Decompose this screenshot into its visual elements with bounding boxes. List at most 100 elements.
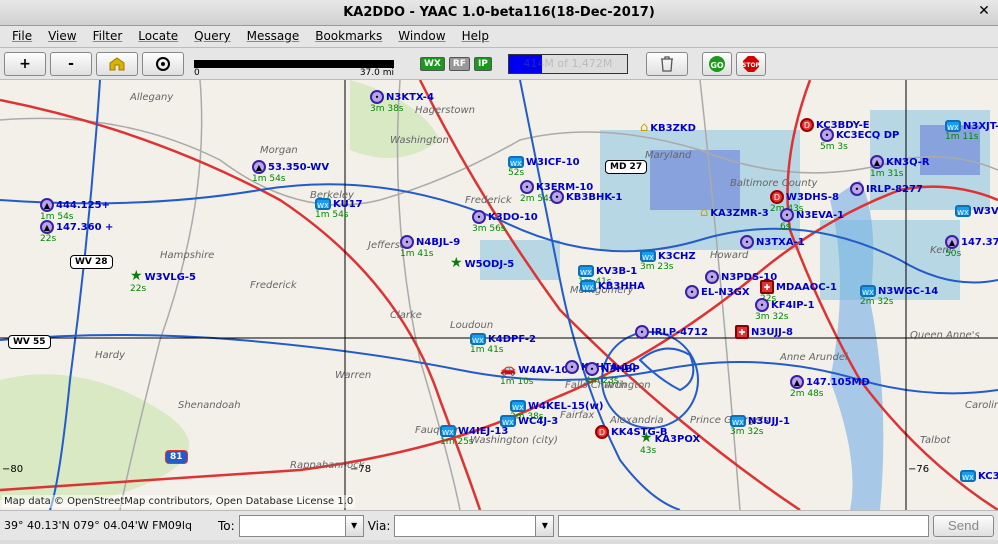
highway-shield: WV 28: [70, 255, 113, 269]
chevron-down-icon[interactable]: ▾: [345, 516, 363, 536]
home-icon: [108, 57, 126, 71]
svg-text:STOP: STOP: [742, 62, 760, 69]
station-marker[interactable]: ▲444.125+1m 54s: [40, 198, 110, 222]
badge-wx[interactable]: WX: [420, 57, 445, 71]
send-button[interactable]: Send: [933, 515, 994, 537]
place-label: Hardy: [95, 350, 125, 361]
to-input[interactable]: [240, 516, 345, 536]
to-label: To:: [218, 519, 235, 533]
menu-file[interactable]: File: [4, 26, 40, 47]
station-marker[interactable]: •KF4IP-13m 32s: [755, 298, 815, 322]
station-marker[interactable]: 🚗W4AV-101m 10s: [500, 362, 568, 387]
chevron-down-icon[interactable]: ▾: [535, 516, 553, 536]
badge-ip[interactable]: IP: [474, 57, 492, 71]
place-label: Queen Anne's: [910, 330, 980, 341]
station-marker[interactable]: ★W3VLG-522s: [130, 268, 196, 294]
home-button[interactable]: [96, 52, 138, 76]
station-marker[interactable]: •N3EVA-16s: [780, 208, 844, 232]
trash-button[interactable]: [646, 52, 688, 76]
station-marker[interactable]: •KB3BHK-1: [550, 190, 622, 204]
station-marker[interactable]: WXN3UJJ-13m 32s: [730, 415, 790, 437]
place-label: Rappahannock: [290, 460, 364, 471]
station-marker[interactable]: •N3KTX-43m 38s: [370, 90, 434, 114]
menu-message[interactable]: Message: [239, 26, 308, 47]
station-marker[interactable]: •EL-N3GX: [685, 285, 750, 299]
station-marker[interactable]: WXN3XJT-21m 11s: [945, 120, 998, 142]
place-label: Caroline: [965, 400, 998, 411]
station-marker[interactable]: ▲53.350-WV1m 54s: [252, 160, 329, 184]
scale-end: 37.0 mi: [360, 68, 394, 78]
memory-bar: 414M of 1,472M: [508, 54, 628, 74]
place-label: Warren: [335, 370, 371, 381]
menu-help[interactable]: Help: [454, 26, 497, 47]
station-marker[interactable]: WXW4IEJ-131m 25s: [440, 425, 508, 447]
center-button[interactable]: [142, 52, 184, 76]
station-marker[interactable]: WXK3CHZ3m 23s: [640, 250, 696, 272]
station-marker[interactable]: WXN3WGC-142m 32s: [860, 285, 938, 307]
station-marker[interactable]: ⌂KA3ZMR-3: [700, 205, 769, 220]
place-label: Frederick: [465, 195, 512, 206]
station-marker[interactable]: WXK4DPF-21m 41s: [470, 333, 536, 355]
trash-icon: [660, 56, 674, 72]
place-label: Morgan: [260, 145, 298, 156]
station-marker[interactable]: WXKU171m 54s: [315, 198, 363, 220]
station-marker[interactable]: ▲KN3Q-R1m 31s: [870, 155, 930, 179]
memory-text: 414M of 1,472M: [509, 57, 627, 70]
station-marker[interactable]: ▲147.105MD2m 48s: [790, 375, 870, 399]
place-label: Loudoun: [450, 320, 493, 331]
station-marker[interactable]: ▲147.375-K50s: [945, 235, 998, 259]
map-canvas[interactable]: −80 −78 −76 AlleganyMorganBerkeleyHampsh…: [0, 80, 998, 510]
scale-bar: [194, 60, 394, 68]
station-marker[interactable]: ⌂KB3ZKD: [640, 120, 696, 135]
toolbar: + - 0 37.0 mi WX RF IP 414M of 1,472M GO…: [0, 48, 998, 80]
station-marker[interactable]: ✚N3UJJ-8: [735, 325, 793, 339]
station-marker[interactable]: •N3TXA-1: [740, 235, 805, 249]
stop-button[interactable]: STOP: [736, 52, 766, 76]
place-label: Baltimore County: [730, 178, 817, 189]
menu-filter[interactable]: Filter: [85, 26, 131, 47]
place-label: Howard: [710, 250, 748, 261]
station-marker[interactable]: ▲147.360 +22s: [40, 220, 113, 244]
menu-query[interactable]: Query: [186, 26, 238, 47]
station-marker[interactable]: •KC3ECQ DP5m 3s: [820, 128, 899, 152]
status-bar: 39° 40.13'N 079° 04.04'W FM09lq To: ▾ Vi…: [0, 510, 998, 540]
menu-bookmarks[interactable]: Bookmarks: [307, 26, 390, 47]
station-marker[interactable]: •N3HBP4m 23s: [585, 362, 640, 386]
menu-view[interactable]: View: [40, 26, 84, 47]
station-marker[interactable]: WXWC4J-3: [500, 415, 558, 427]
menu-window[interactable]: Window: [390, 26, 453, 47]
place-label: Clarke: [390, 310, 422, 321]
zoom-out-button[interactable]: -: [50, 52, 92, 76]
station-marker[interactable]: •K3DO-103m 56s: [472, 210, 538, 234]
message-input[interactable]: [558, 515, 928, 537]
place-label: Hampshire: [160, 250, 214, 261]
highway-shield: 81: [165, 450, 188, 464]
place-label: Frederick: [250, 280, 297, 291]
station-marker[interactable]: WXW3VPR-2: [955, 205, 998, 217]
stop-icon: STOP: [742, 55, 760, 73]
to-combo[interactable]: ▾: [239, 515, 364, 537]
station-marker[interactable]: ★W5ODJ-5: [450, 255, 514, 271]
via-input[interactable]: [395, 516, 535, 536]
scale-start: 0: [194, 68, 200, 78]
station-marker[interactable]: •IRLP-8277: [850, 182, 923, 196]
svg-text:GO: GO: [710, 61, 724, 70]
via-combo[interactable]: ▾: [394, 515, 554, 537]
badge-rf[interactable]: RF: [449, 57, 470, 71]
via-label: Via:: [368, 519, 391, 533]
place-label: Maryland: [645, 150, 691, 161]
station-marker[interactable]: ★KA3POX43s: [640, 430, 700, 456]
menu-bar: File View Filter Locate Query Message Bo…: [0, 26, 998, 48]
close-icon[interactable]: ✕: [976, 4, 992, 20]
place-label: Allegany: [130, 92, 173, 103]
place-label: Talbot: [920, 435, 950, 446]
window-title: KA2DDO - YAAC 1.0-beta116(18-Dec-2017): [343, 5, 655, 20]
station-marker[interactable]: WXW3ICF-1052s: [508, 156, 580, 178]
zoom-in-button[interactable]: +: [4, 52, 46, 76]
menu-locate[interactable]: Locate: [130, 26, 186, 47]
go-button[interactable]: GO: [702, 52, 732, 76]
station-marker[interactable]: •IRLP-4712: [635, 325, 708, 339]
place-label: Shenandoah: [178, 400, 241, 411]
station-marker[interactable]: WXKB3HHA: [580, 280, 645, 292]
station-marker[interactable]: WXKC3I: [960, 470, 998, 482]
